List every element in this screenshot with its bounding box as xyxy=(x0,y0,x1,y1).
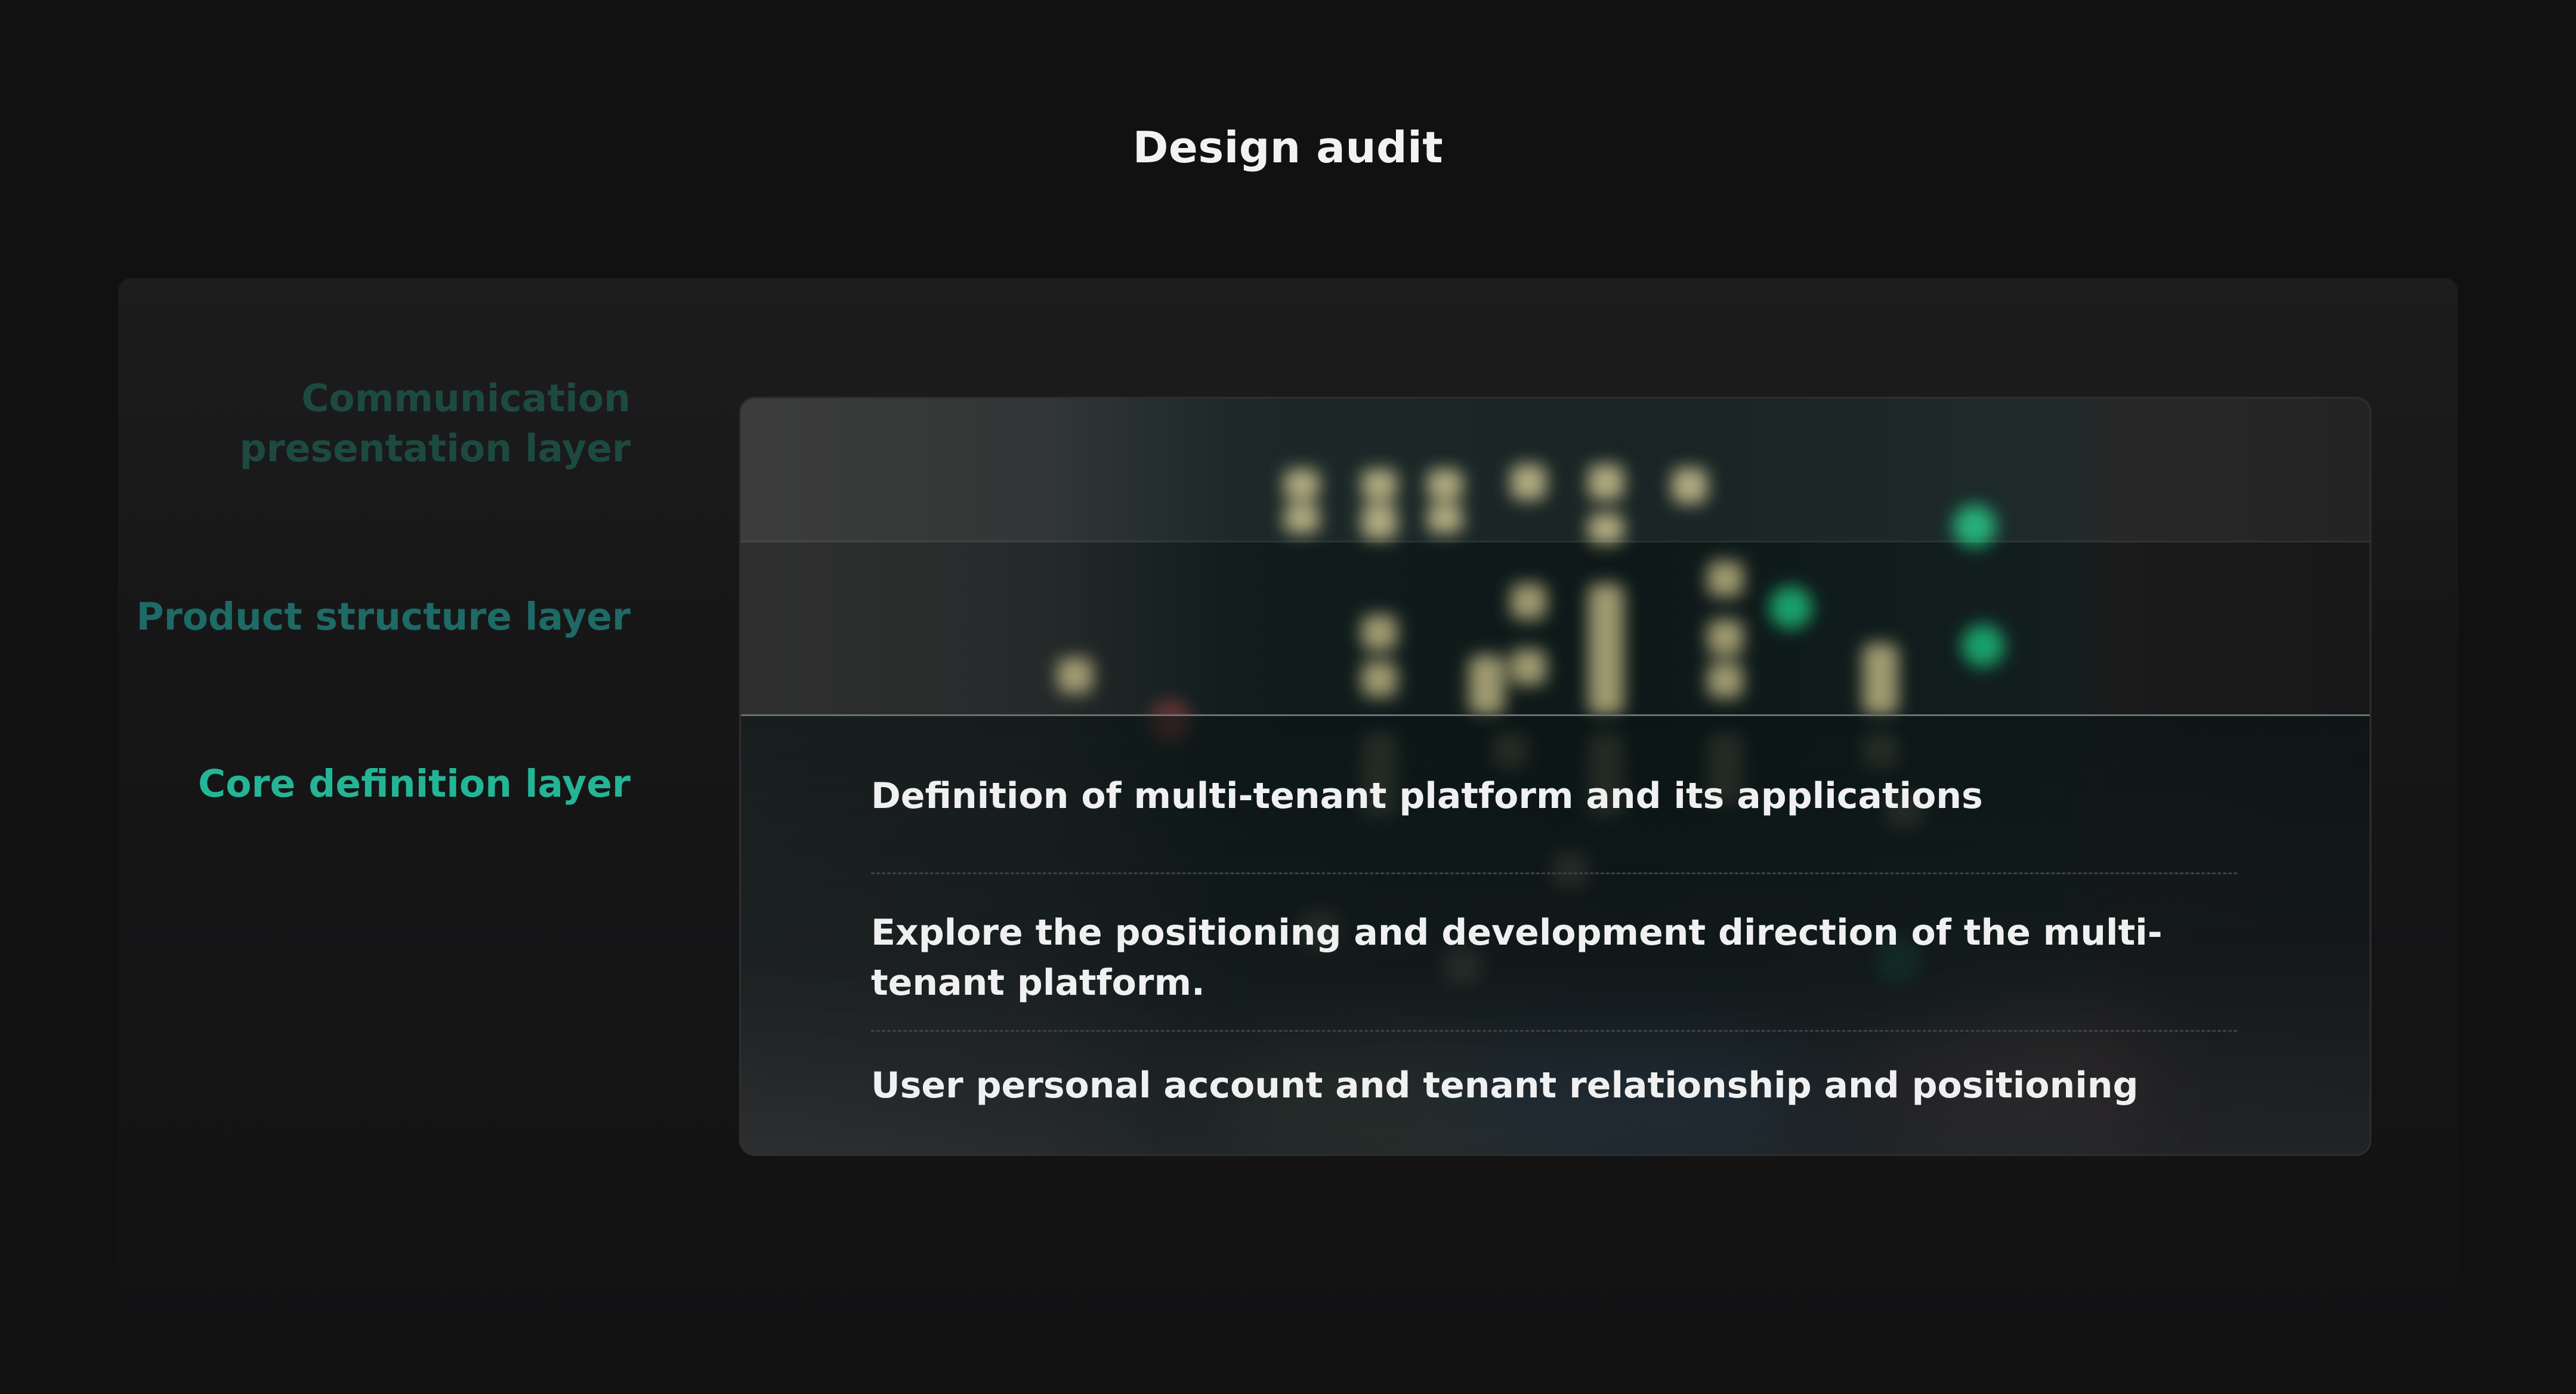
core-definition-list: Definition of multi-tenant platform and … xyxy=(871,771,2237,1131)
list-item: Explore the positioning and development … xyxy=(871,872,2237,1030)
layer-label-communication-line2: presentation layer xyxy=(239,427,631,470)
layer-tier-core: Definition of multi-tenant platform and … xyxy=(741,714,2370,1154)
page-title: Design audit xyxy=(1132,122,1444,172)
list-item: User personal account and tenant relatio… xyxy=(871,1030,2237,1131)
layer-label-product[interactable]: Product structure layer xyxy=(137,592,631,642)
layer-label-communication[interactable]: Communication presentation layer xyxy=(240,374,631,474)
layer-tier-communication xyxy=(741,399,2370,542)
list-item: Definition of multi-tenant platform and … xyxy=(871,775,1983,817)
layer-tier-product xyxy=(741,542,2370,715)
layer-stack-card: Definition of multi-tenant platform and … xyxy=(739,397,2371,1156)
layer-label-communication-line1: Communication xyxy=(301,377,631,420)
canvas: Design audit Communication presentation … xyxy=(0,0,2576,1394)
layer-label-core[interactable]: Core definition layer xyxy=(198,759,631,809)
